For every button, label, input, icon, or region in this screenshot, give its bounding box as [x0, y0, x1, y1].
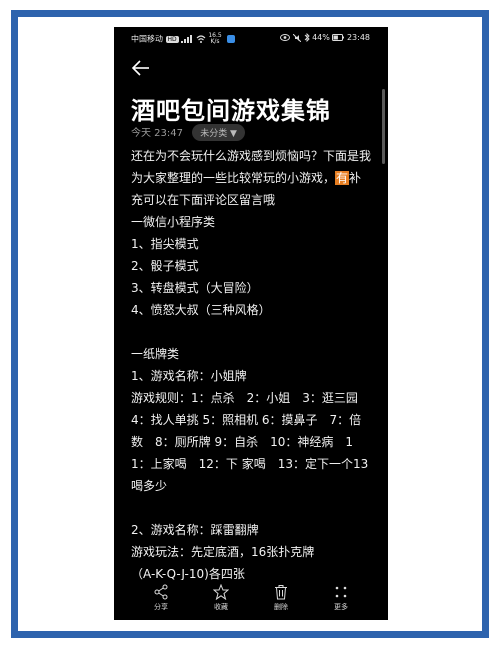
hd-badge: HD [165, 35, 179, 43]
note-body[interactable]: 还在为不会玩什么游戏感到烦恼吗？下面是我为大家整理的一些比较常玩的小游戏，有补充… [131, 145, 371, 585]
section-title-miniprogram: 一微信小程序类 [131, 215, 216, 229]
app-notification-icon [227, 35, 236, 43]
phone-screen: 中国移动 HD 16.5 K/s 44% 23:48 酒吧包间游戏集锦 今天 2… [114, 27, 388, 620]
note-meta: 今天 23:47 未分类 ▼ [131, 124, 245, 141]
highlighted-text: 有 [335, 171, 350, 185]
list-item: 4、愤怒大叔（三种风格） [131, 303, 271, 317]
delete-label: 删除 [274, 603, 288, 611]
more-icon [335, 586, 347, 598]
eye-icon [280, 33, 293, 42]
status-bar: 中国移动 HD 16.5 K/s 44% 23:48 [114, 27, 388, 49]
status-left: 中国移动 HD 16.5 K/s [131, 33, 236, 45]
list-item: 3、转盘模式（大冒险） [131, 281, 259, 295]
arrow-left-icon [131, 60, 149, 76]
wifi-icon [196, 35, 209, 44]
clock: 23:48 [346, 33, 370, 42]
carrier-label: 中国移动 [131, 34, 163, 44]
intro-paragraph: 还在为不会玩什么游戏感到烦恼吗？下面是我为大家整理的一些比较常玩的小游戏，有补充… [131, 145, 371, 211]
status-right: 44% 23:48 [280, 32, 370, 43]
share-label: 分享 [154, 603, 168, 611]
mute-icon [292, 33, 304, 42]
game-rules: 游戏规则：1：点杀 2：小姐 3：逛三园 4：找人单挑 5：照相机 6：摸鼻子 … [131, 391, 370, 493]
network-speed: 16.5 K/s [208, 33, 221, 45]
list-item: 2、骰子模式 [131, 259, 199, 273]
game-name: 2、游戏名称：踩雷翻牌 [131, 523, 259, 537]
section-title-cards: 一纸牌类 [131, 347, 180, 361]
battery-percent: 44% [312, 33, 330, 42]
favorite-button[interactable]: 收藏 [201, 584, 241, 612]
trash-icon [275, 585, 287, 600]
star-icon [213, 584, 229, 600]
battery-icon [332, 33, 347, 42]
note-timestamp: 今天 23:47 [131, 128, 183, 139]
favorite-label: 收藏 [214, 603, 228, 611]
signal-icon [181, 35, 196, 44]
speed-unit: K/s [210, 38, 220, 45]
bluetooth-icon [304, 32, 313, 43]
bottom-toolbar: 分享 收藏 删除 更多 [114, 580, 388, 620]
scrollbar[interactable] [382, 89, 385, 164]
game-name: 1、游戏名称：小姐牌 [131, 369, 247, 383]
share-button[interactable]: 分享 [141, 584, 181, 612]
more-label: 更多 [334, 603, 348, 611]
back-button[interactable] [130, 57, 152, 79]
more-button[interactable]: 更多 [321, 584, 361, 612]
list-item: 1、指尖模式 [131, 237, 199, 251]
share-icon [154, 584, 168, 600]
game-rules: 游戏玩法：先定底酒，16张扑克牌 [131, 545, 315, 559]
category-dropdown[interactable]: 未分类 ▼ [192, 124, 245, 141]
note-title: 酒吧包间游戏集锦 [131, 97, 331, 125]
delete-button[interactable]: 删除 [261, 584, 301, 612]
